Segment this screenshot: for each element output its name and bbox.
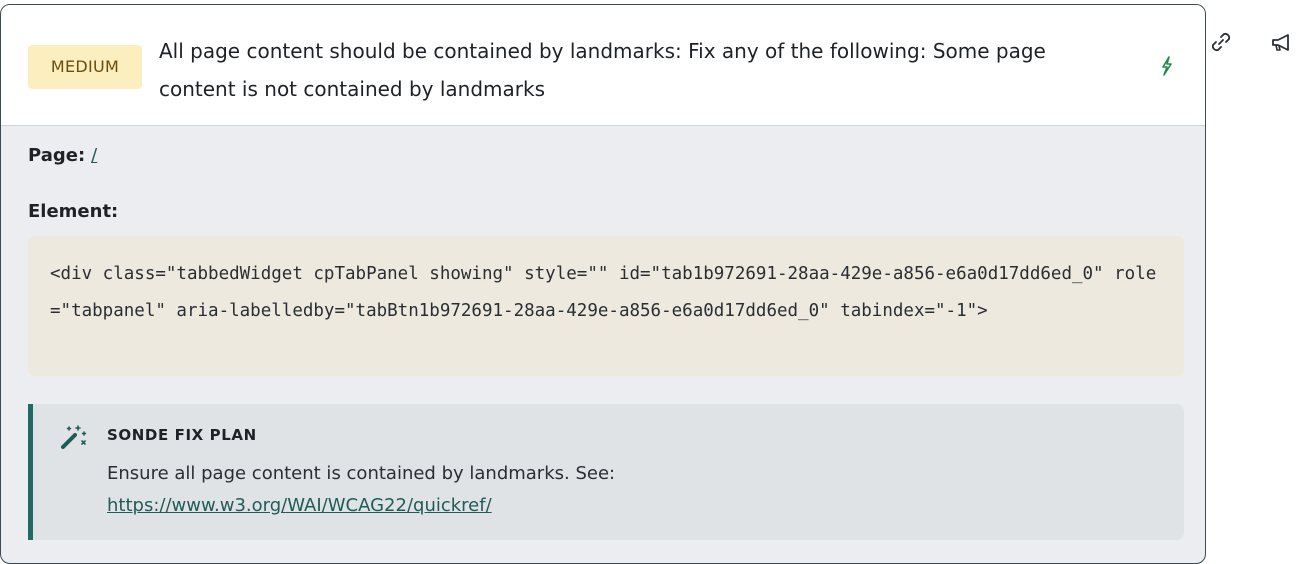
fix-plan-title: SONDE FIX PLAN (107, 426, 257, 444)
fix-plan-link[interactable]: https://www.w3.org/WAI/WCAG22/quickref/ (107, 495, 492, 516)
issue-card: MEDIUM All page content should be contai… (0, 4, 1206, 564)
issue-header[interactable]: MEDIUM All page content should be contai… (1, 5, 1205, 126)
element-code: <div class="tabbedWidget cpTabPanel show… (28, 236, 1184, 376)
page-link[interactable]: / (91, 145, 97, 166)
fix-plan-description: Ensure all page content is contained by … (107, 463, 616, 484)
fix-plan-panel: SONDE FIX PLAN Ensure all page content i… (28, 404, 1184, 540)
lightning-icon[interactable] (1157, 55, 1177, 77)
element-label: Element: (28, 201, 119, 222)
magic-wand-icon (58, 422, 88, 452)
page-label: Page: (28, 145, 86, 166)
issue-title: All page content should be contained by … (159, 39, 1046, 101)
megaphone-icon[interactable] (1268, 28, 1296, 56)
page-row: Page: / (28, 145, 97, 166)
severity-badge: MEDIUM (28, 45, 142, 89)
link-icon[interactable] (1207, 28, 1235, 56)
fix-plan-text: Ensure all page content is contained by … (107, 458, 1107, 522)
